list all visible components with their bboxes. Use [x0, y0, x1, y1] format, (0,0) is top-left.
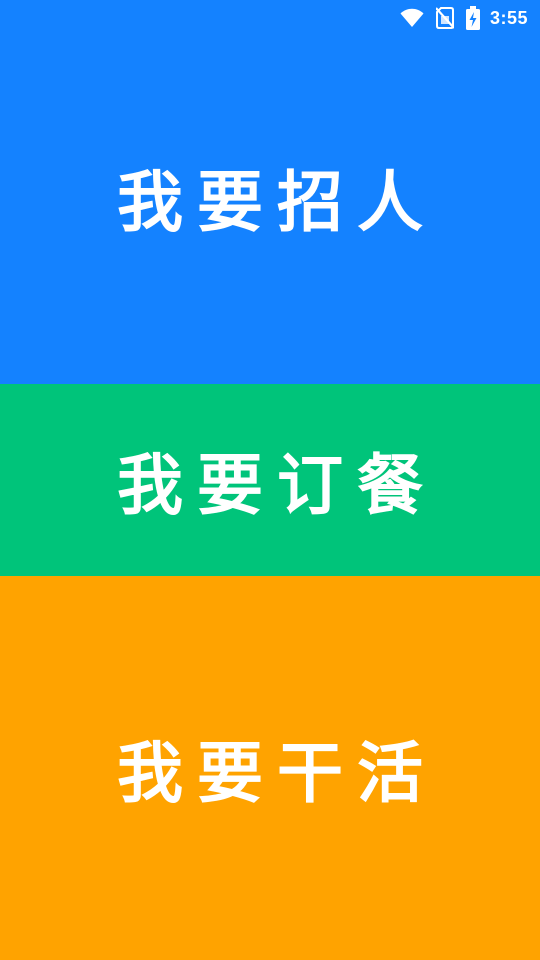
order-food-panel[interactable]: 我要订餐 [0, 384, 540, 576]
find-work-panel[interactable]: 我要干活 [0, 576, 540, 960]
wifi-icon [400, 8, 424, 28]
order-food-label: 我要订餐 [117, 447, 437, 524]
recruit-panel[interactable]: 我要招人 [0, 0, 540, 384]
home-screen: 3:55 我要招人 我要订餐 我要干活 [0, 0, 540, 960]
recruit-label: 我要招人 [117, 164, 437, 241]
status-bar: 3:55 [0, 0, 540, 36]
no-sim-icon [435, 7, 454, 29]
status-time: 3:55 [489, 7, 528, 28]
battery-charging-icon [465, 6, 480, 30]
find-work-label: 我要干活 [117, 735, 437, 812]
